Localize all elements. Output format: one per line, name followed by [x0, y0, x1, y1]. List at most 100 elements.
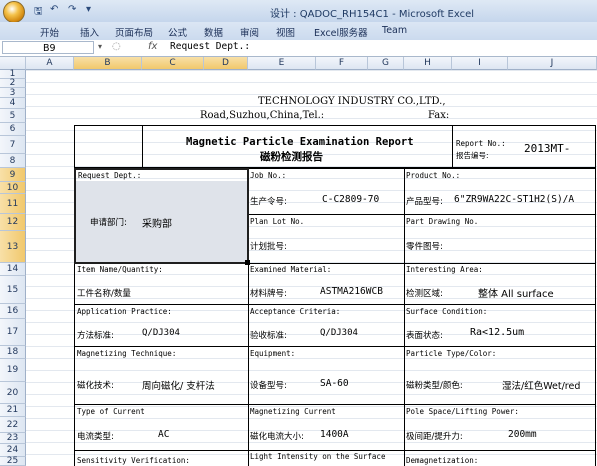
technique-label-cn: 磁化技术:: [77, 381, 114, 391]
tab-insert[interactable]: 插入: [80, 25, 99, 39]
area-value[interactable]: 整体 All surface: [478, 285, 554, 300]
report-title-en: Magnetic Particle Examination Report: [186, 136, 414, 148]
equipment-value[interactable]: SA-60: [320, 378, 349, 389]
job-no-value[interactable]: C-C2809-70: [322, 194, 379, 205]
row-header[interactable]: 5: [0, 109, 26, 123]
practice-value[interactable]: Q/DJ304: [142, 328, 180, 338]
tab-team[interactable]: Team: [382, 25, 407, 36]
sensitivity-label-en: Sensitivity Verification:: [77, 456, 190, 465]
acceptance-value[interactable]: Q/DJ304: [320, 328, 358, 338]
product-no-label-en: Product No.:: [406, 171, 461, 180]
column-header-f[interactable]: F: [316, 57, 368, 70]
save-icon[interactable]: 🖫: [34, 4, 43, 21]
divider: [142, 125, 143, 168]
row-header[interactable]: 18: [0, 346, 26, 359]
mag-current-value[interactable]: 1400A: [320, 429, 349, 440]
plan-lot-label-en: Plan Lot No.: [250, 217, 305, 226]
column-header-e[interactable]: E: [248, 57, 316, 70]
product-no-label-cn: 产品型号:: [406, 197, 443, 207]
tab-home[interactable]: 开始: [40, 25, 59, 39]
column-header-b[interactable]: B: [74, 57, 142, 70]
office-button[interactable]: [3, 1, 25, 23]
row-header[interactable]: 22: [0, 417, 26, 433]
product-no-value[interactable]: 6"ZR9WA22C-ST1H2(S)/A: [454, 194, 574, 205]
column-header-a[interactable]: A: [26, 57, 74, 70]
area-label-cn: 检测区域:: [406, 289, 443, 299]
report-no-value[interactable]: 2013MT-: [524, 142, 570, 155]
ribbon: 开始 插入 页面布局 公式 数据 审阅 视图 Excel服务器 Team: [0, 22, 597, 41]
row-header[interactable]: 19: [0, 359, 26, 382]
row-header[interactable]: 23: [0, 433, 26, 444]
particle-label-en: Particle Type/Color:: [406, 349, 497, 358]
technique-value[interactable]: 周向磁化/ 支杆法: [142, 378, 215, 392]
row-header[interactable]: 7: [0, 136, 26, 154]
light-label-en: Light Intensity on the Surface: [250, 452, 386, 461]
row-header[interactable]: 12: [0, 214, 26, 231]
row-header[interactable]: 17: [0, 319, 26, 346]
divider: [74, 346, 596, 347]
acceptance-label-cn: 验收标准:: [250, 331, 287, 341]
column-header-c[interactable]: C: [142, 57, 204, 70]
row-header[interactable]: 3: [0, 88, 26, 98]
part-drawing-label-cn: 零件图号:: [406, 242, 443, 252]
current-type-value[interactable]: AC: [158, 429, 169, 440]
current-type-label-cn: 电流类型:: [77, 432, 114, 442]
row-header[interactable]: 6: [0, 123, 26, 136]
column-header-j[interactable]: J: [508, 57, 597, 70]
surface-label-en: Surface Condition:: [406, 307, 488, 316]
surface-label-cn: 表面状态:: [406, 331, 443, 341]
column-header-g[interactable]: G: [368, 57, 404, 70]
tab-page-layout[interactable]: 页面布局: [115, 25, 153, 39]
particle-value[interactable]: 湿法/红色Wet/red: [502, 378, 580, 392]
row-header[interactable]: 13: [0, 231, 26, 263]
tab-review[interactable]: 审阅: [240, 25, 259, 39]
row-header[interactable]: 11: [0, 194, 26, 214]
row-header[interactable]: 14: [0, 263, 26, 276]
fax-label: Fax:: [428, 110, 450, 121]
formula-input[interactable]: Request Dept.:: [170, 41, 250, 52]
tab-formulas[interactable]: 公式: [168, 25, 187, 39]
undo-icon[interactable]: ↶: [50, 4, 58, 15]
row-header[interactable]: 10: [0, 182, 26, 194]
pole-space-label-cn: 极间距/提升力:: [406, 432, 463, 442]
row-header[interactable]: 8: [0, 154, 26, 168]
job-no-label-en: Job No.:: [250, 171, 287, 180]
pole-space-value[interactable]: 200mm: [508, 429, 537, 440]
row-header[interactable]: 16: [0, 304, 26, 319]
divider: [74, 304, 596, 305]
row-header[interactable]: 21: [0, 404, 26, 417]
surface-value[interactable]: Ra<12.5um: [470, 327, 524, 338]
item-name-label-cn: 工件名称/数量: [77, 289, 131, 299]
divider: [452, 125, 453, 168]
column-header-h[interactable]: H: [404, 57, 452, 70]
tab-data[interactable]: 数据: [204, 25, 223, 39]
column-header-d[interactable]: D: [204, 57, 248, 70]
pole-space-label-en: Pole Space/Lifting Power:: [406, 407, 519, 416]
current-type-label-en: Type of Current: [77, 407, 145, 416]
formula-bar-resize-icon[interactable]: ◌: [112, 41, 121, 52]
practice-label-en: Application Practice:: [77, 307, 172, 316]
material-value[interactable]: ASTMA216WCB: [320, 286, 383, 297]
divider: [74, 450, 596, 451]
demag-label-en: Demagnetization:: [406, 456, 479, 465]
title-bar: 🖫 ↶ ↷ ▾ 设计 : QADOC_RH154C1 - Microsoft E…: [0, 0, 597, 23]
row-header[interactable]: 20: [0, 382, 26, 404]
material-label-en: Examined Material:: [250, 265, 332, 274]
row-header[interactable]: 25: [0, 456, 26, 466]
redo-icon[interactable]: ↷: [68, 4, 76, 15]
row-header[interactable]: 4: [0, 98, 26, 109]
row-header[interactable]: 9: [0, 168, 26, 182]
insert-function-button[interactable]: fx: [148, 41, 157, 52]
row-header[interactable]: 15: [0, 276, 26, 304]
particle-label-cn: 磁粉类型/颜色:: [406, 381, 463, 391]
request-dept-value[interactable]: 采购部: [142, 215, 172, 230]
equipment-label-en: Equipment:: [250, 349, 296, 358]
tab-view[interactable]: 视图: [276, 25, 295, 39]
customize-quick-access-icon[interactable]: ▾: [86, 4, 91, 15]
column-header-i[interactable]: I: [452, 57, 508, 70]
practice-label-cn: 方法标准:: [77, 331, 114, 341]
report-no-label-cn: 报告编号:: [456, 151, 489, 160]
name-box-dropdown-icon[interactable]: ▾: [98, 42, 102, 51]
tab-excel-server[interactable]: Excel服务器: [314, 25, 368, 39]
name-box[interactable]: B9: [2, 41, 94, 54]
